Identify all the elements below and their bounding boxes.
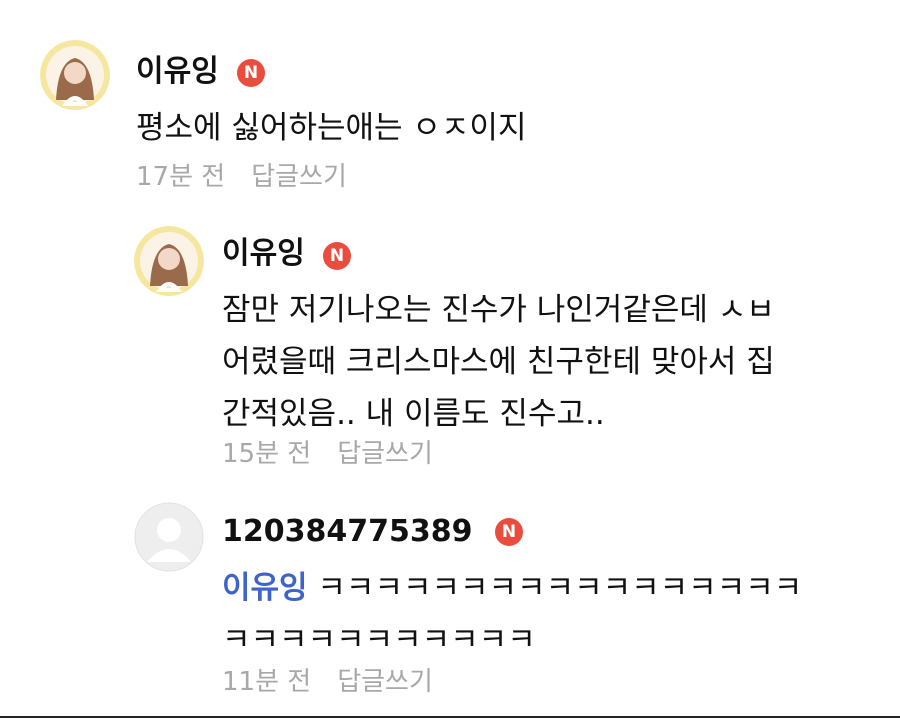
- svg-text:~: ~: [73, 97, 78, 106]
- timestamp: 11분 전: [222, 667, 312, 697]
- avatar[interactable]: ~: [40, 40, 110, 110]
- username[interactable]: 이유잉: [222, 236, 305, 272]
- comment-line: 간적있음.. 내 이름도 진수고..: [222, 396, 605, 432]
- new-badge: N: [237, 59, 265, 87]
- comment-line: 어렸을때 크리스마스에 친구한테 맞아서 집: [222, 344, 775, 380]
- timestamp: 15분 전: [222, 439, 312, 469]
- comment-text: 평소에 싫어하는애는 ㅇㅈ이지: [136, 102, 526, 154]
- comment-text: 이유잉 ㅋㅋㅋㅋㅋㅋㅋㅋㅋㅋㅋㅋㅋㅋㅋㅋㅋ ㅋㅋㅋㅋㅋㅋㅋㅋㅋㅋㅋ: [222, 562, 802, 666]
- profile-photo-icon: ~: [134, 226, 204, 296]
- comment-line: ㅋㅋㅋㅋㅋㅋㅋㅋㅋㅋㅋ: [222, 622, 536, 658]
- comment-meta: 11분 전 답글쓰기: [222, 666, 433, 698]
- new-badge: N: [495, 518, 523, 546]
- reply-button[interactable]: 답글쓰기: [251, 162, 347, 192]
- svg-text:~: ~: [167, 283, 172, 292]
- comment-meta: 15분 전 답글쓰기: [222, 438, 433, 470]
- comment-line: 잠만 저기나오는 진수가 나인거같은데 ㅅㅂ: [222, 292, 775, 328]
- avatar[interactable]: ~: [134, 226, 204, 296]
- timestamp: 17분 전: [136, 162, 226, 192]
- comment-meta: 17분 전 답글쓰기: [136, 161, 347, 193]
- avatar[interactable]: [134, 502, 204, 572]
- divider: [0, 716, 900, 718]
- comment-line: 평소에 싫어하는애는 ㅇㅈ이지: [136, 110, 527, 146]
- new-badge: N: [323, 242, 351, 270]
- reply-button[interactable]: 답글쓰기: [337, 667, 433, 697]
- comment-text: 잠만 저기나오는 진수가 나인거같은데 ㅅㅂ 어렸을때 크리스마스에 친구한테 …: [222, 284, 775, 440]
- username[interactable]: 이유잉: [136, 54, 219, 90]
- default-avatar-icon: [134, 502, 204, 572]
- comment-line: ㅋㅋㅋㅋㅋㅋㅋㅋㅋㅋㅋㅋㅋㅋㅋㅋㅋ: [307, 570, 803, 606]
- username[interactable]: 120384775389: [222, 514, 473, 550]
- profile-photo-icon: ~: [40, 40, 110, 110]
- mention-link[interactable]: 이유잉: [222, 570, 308, 606]
- reply-button[interactable]: 답글쓰기: [337, 439, 433, 469]
